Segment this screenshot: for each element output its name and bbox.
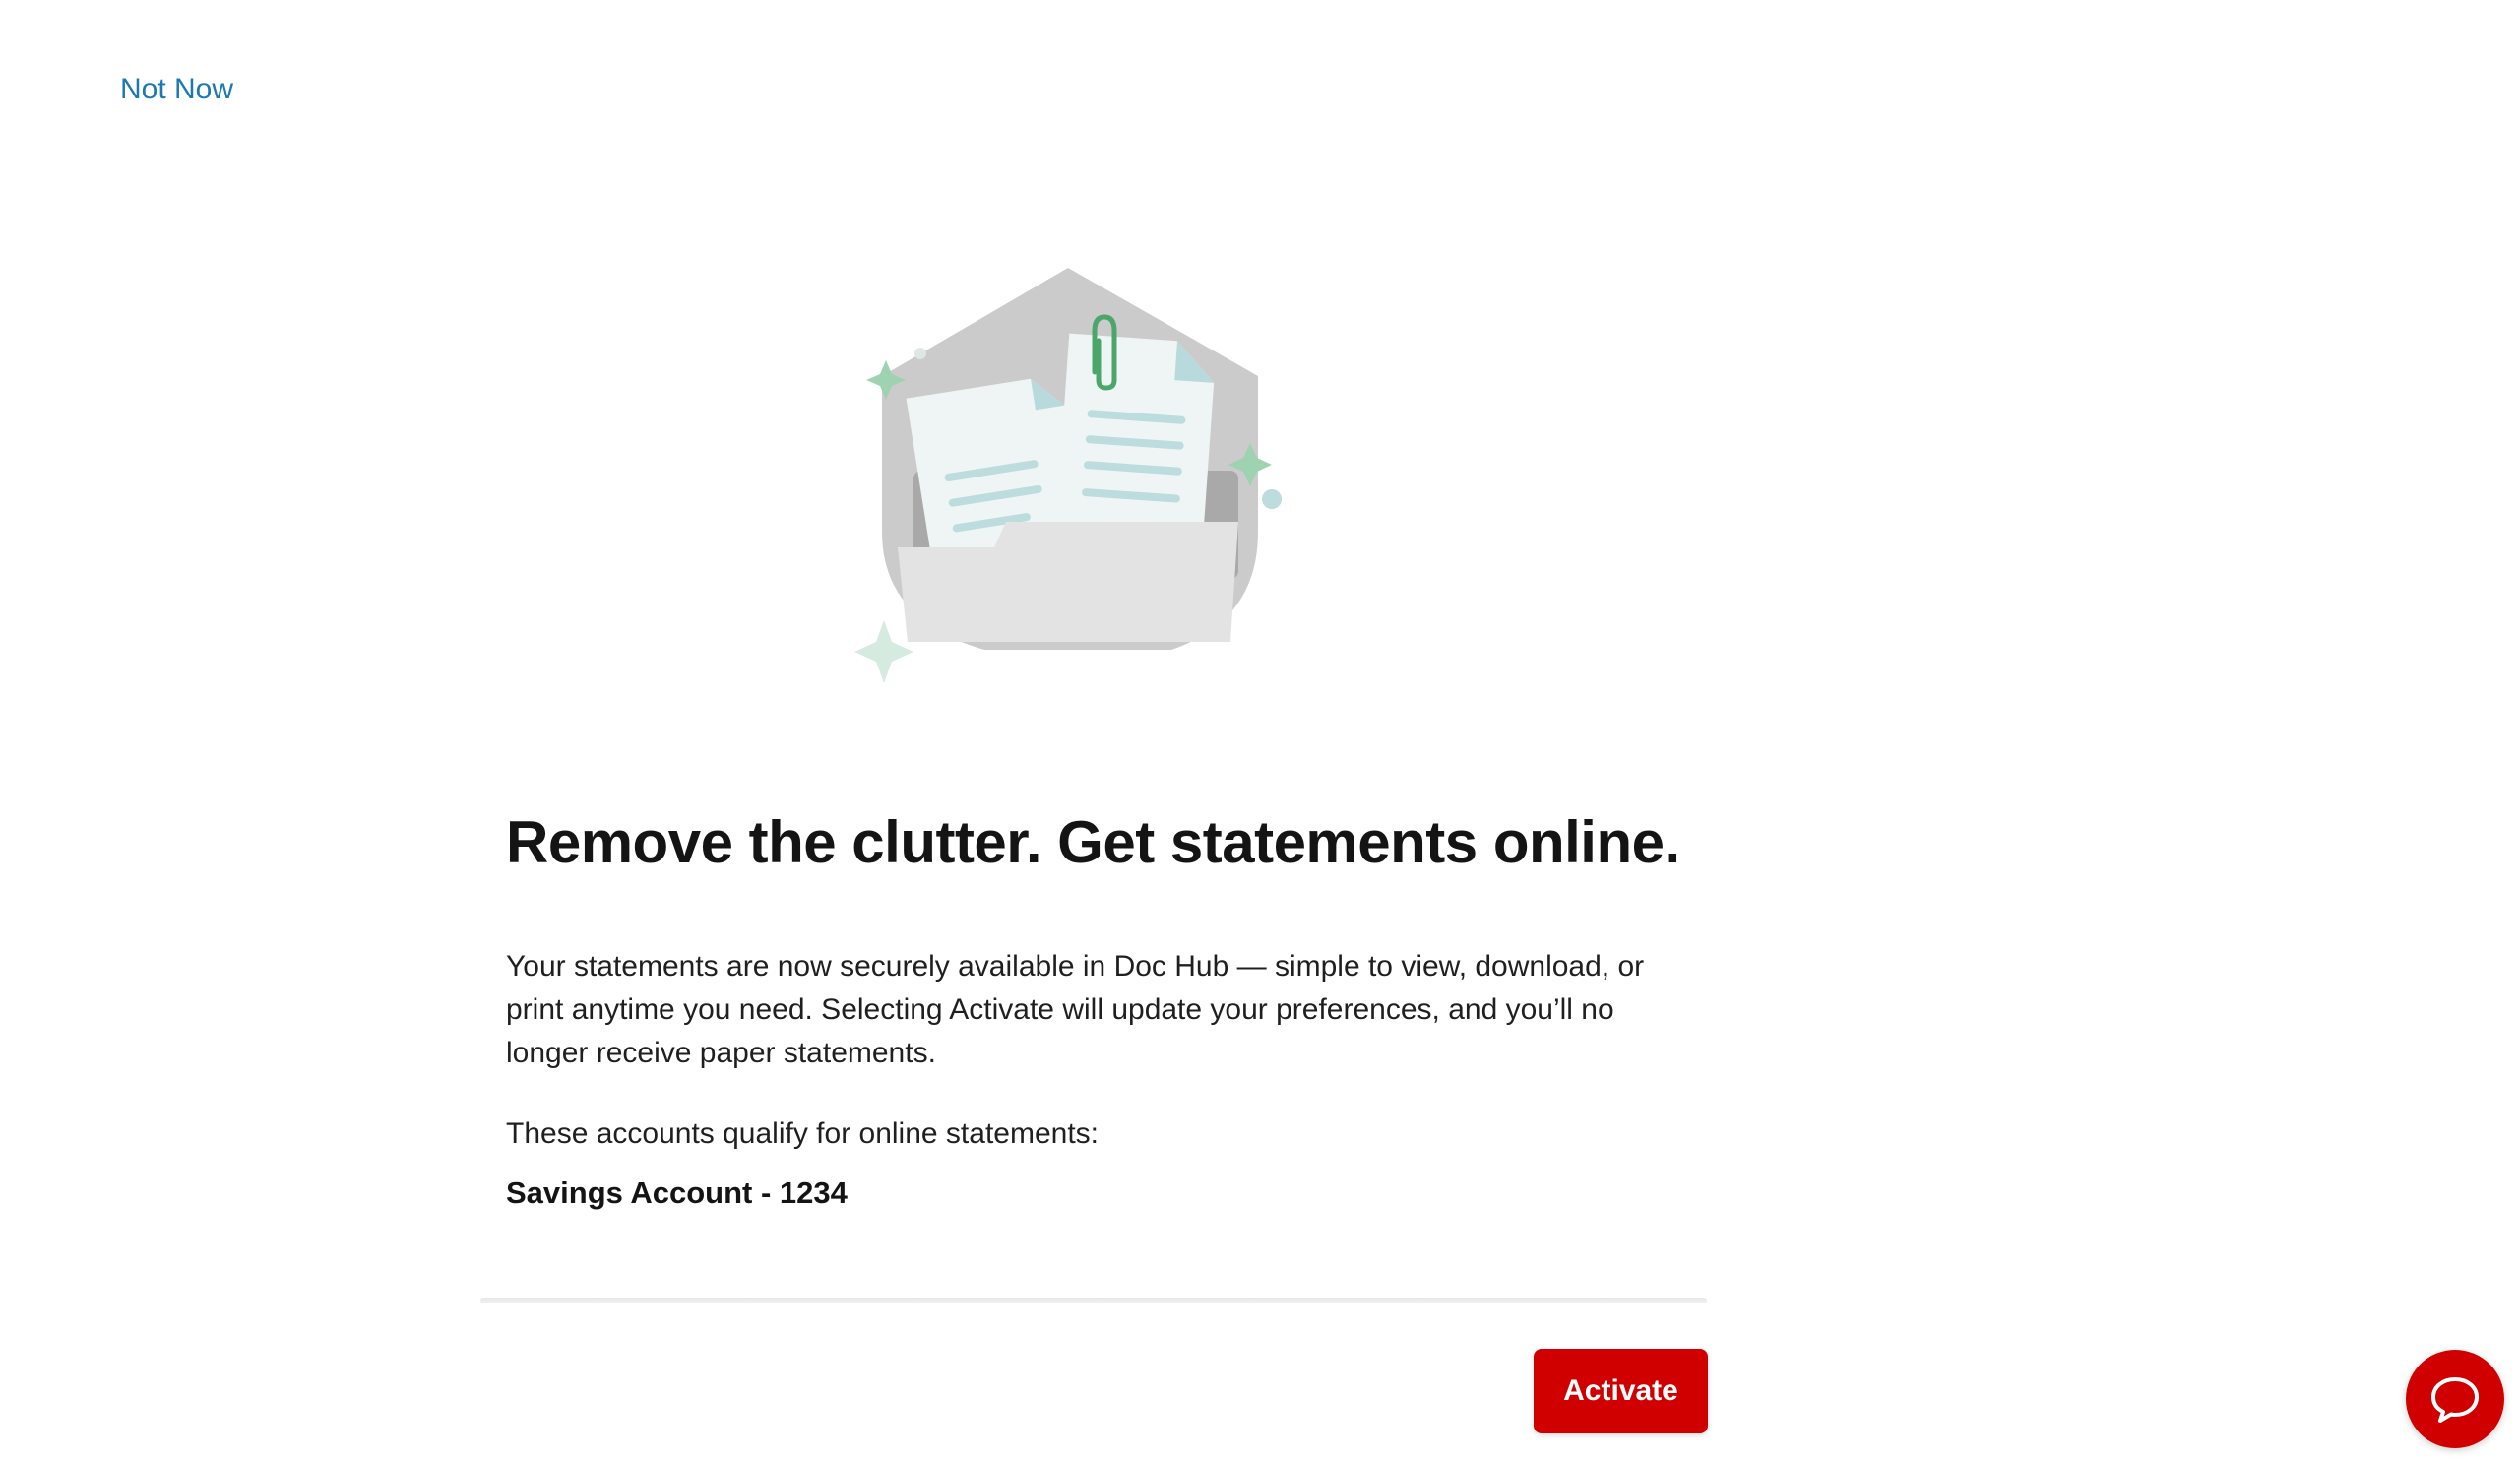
page-title: Remove the clutter. Get statements onlin… bbox=[506, 809, 1680, 875]
qualify-text: These accounts qualify for online statem… bbox=[506, 1117, 1099, 1150]
statements-onboarding-page: Not Now Remove the clutter. Get statemen… bbox=[0, 0, 2520, 1462]
chat-button[interactable] bbox=[2406, 1350, 2504, 1448]
footer-divider bbox=[480, 1298, 1707, 1303]
main-content: Remove the clutter. Get statements onlin… bbox=[506, 807, 1687, 1211]
description-text: Your statements are now securely availab… bbox=[506, 950, 1645, 1069]
account-item: Savings Account - 1234 bbox=[506, 1176, 848, 1210]
documents-folder-illustration bbox=[847, 256, 1299, 699]
chat-bubble-icon bbox=[2427, 1371, 2483, 1427]
activate-button[interactable]: Activate bbox=[1534, 1349, 1708, 1433]
not-now-link[interactable]: Not Now bbox=[120, 73, 233, 106]
